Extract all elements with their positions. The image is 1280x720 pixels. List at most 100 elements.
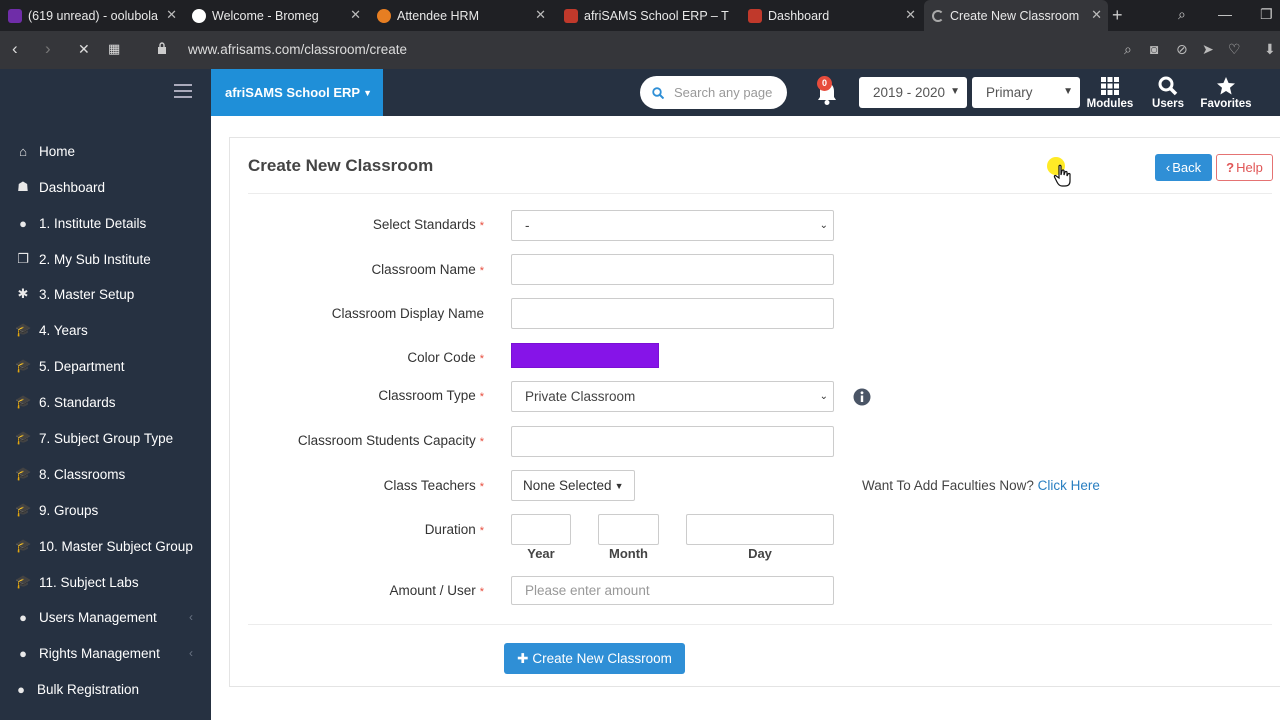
sidebar-item-rights-management[interactable]: ● Rights Management ‹ <box>0 635 211 671</box>
color-picker[interactable] <box>511 343 659 368</box>
star-icon <box>1217 77 1235 95</box>
info-icon[interactable] <box>853 388 871 406</box>
standards-select-value: - <box>525 218 530 233</box>
block-icon[interactable]: ⊘ <box>1176 41 1188 58</box>
sidebar-item-label: Dashboard <box>39 179 106 195</box>
add-faculty-link[interactable]: Click Here <box>1038 478 1100 493</box>
camera-icon[interactable]: ◙ <box>1150 41 1158 57</box>
chevron-down-icon: ⌄ <box>819 220 828 231</box>
users-label: Users <box>1152 98 1184 110</box>
sidebar-item-subject-labs[interactable]: 🎓 11. Subject Labs <box>0 564 211 600</box>
close-icon[interactable]: ✕ <box>905 8 916 22</box>
create-classroom-button[interactable]: ✚ Create New Classroom <box>504 643 685 674</box>
browser-tab[interactable]: afriSAMS School ERP – T <box>556 0 736 31</box>
close-icon[interactable]: ✕ <box>350 8 361 22</box>
sidebar-item-users-management[interactable]: ● Users Management ‹ <box>0 599 211 635</box>
capacity-input[interactable] <box>511 426 834 457</box>
tab-label: Welcome - Bromeg <box>212 8 319 23</box>
sidebar-item-label: 4. Years <box>39 322 88 338</box>
sidebar-item-standards[interactable]: 🎓 6. Standards <box>0 384 211 420</box>
sidebar-item-years[interactable]: 🎓 4. Years <box>0 312 211 348</box>
sidebar-item-label: 6. Standards <box>39 394 116 410</box>
user-plus-icon: ● <box>17 681 25 697</box>
amount-input[interactable]: Please enter amount <box>511 576 834 605</box>
stop-loading-icon[interactable]: ✕ <box>78 41 90 58</box>
search-icon <box>652 86 664 99</box>
zoom-icon[interactable]: ⌕ <box>1124 41 1132 58</box>
chevron-down-icon: ▼ <box>1063 86 1073 97</box>
apps-grid-icon[interactable]: ▦ <box>108 41 120 57</box>
duration-day-input[interactable] <box>686 514 834 545</box>
home-icon: ⌂ <box>19 143 27 159</box>
sidebar-item-sub-institute[interactable]: ❐ 2. My Sub Institute <box>0 241 211 277</box>
sidebar-item-institute-details[interactable]: ● 1. Institute Details <box>0 205 211 241</box>
forward-arrow-icon[interactable]: › <box>45 39 51 59</box>
browser-tab-bar: (619 unread) - oolubola ✕ Welcome - Brom… <box>0 0 1280 31</box>
year-select[interactable]: 2019 - 2020 ▼ <box>859 77 967 108</box>
new-tab-button[interactable]: + <box>1112 5 1123 26</box>
sidebar-item-label: 2. My Sub Institute <box>39 251 151 267</box>
site-icon <box>377 8 391 23</box>
hamburger-menu-icon[interactable] <box>174 84 192 102</box>
create-button-label: Create New Classroom <box>532 651 672 666</box>
plus-icon: ✚ <box>517 650 529 666</box>
heart-icon[interactable]: ♡ <box>1228 41 1241 58</box>
sidebar-item-bulk-registration[interactable]: ● Bulk Registration <box>0 671 211 707</box>
sidebar-item-master-subject-group[interactable]: 🎓 10. Master Subject Group <box>0 528 211 564</box>
sidebar-item-classrooms[interactable]: 🎓 8. Classrooms <box>0 456 211 492</box>
sidebar-item-home[interactable]: ⌂ Home <box>0 133 211 169</box>
download-icon[interactable]: ⬇ <box>1264 41 1276 58</box>
browser-tab[interactable]: Attendee HRM ✕ <box>369 0 552 31</box>
tab-label: Dashboard <box>768 8 830 23</box>
search-input[interactable]: Search any page <box>640 76 787 109</box>
brand-dropdown[interactable]: afriSAMS School ERP ▼ <box>211 69 383 116</box>
close-icon[interactable]: ✕ <box>535 8 546 22</box>
send-icon[interactable]: ➤ <box>1202 41 1214 58</box>
close-icon[interactable]: ✕ <box>1091 8 1102 22</box>
sidebar-item-label: Home <box>39 143 76 159</box>
site-icon <box>748 8 762 23</box>
browser-tab[interactable]: Welcome - Bromeg ✕ <box>184 0 367 31</box>
chevron-down-icon: ▼ <box>948 86 960 97</box>
browser-tab[interactable]: (619 unread) - oolubola ✕ <box>0 0 183 31</box>
class-teachers-multiselect[interactable]: None Selected ▼ <box>511 470 635 501</box>
year-label: Year <box>527 546 555 561</box>
month-label: Month <box>609 546 648 561</box>
back-arrow-icon[interactable]: ‹ <box>12 39 18 59</box>
divider <box>248 193 1272 194</box>
classroom-name-input[interactable] <box>511 254 834 285</box>
sidebar-item-master-setup[interactable]: ✱ 3. Master Setup <box>0 276 211 312</box>
chevron-down-icon: ⌄ <box>819 391 828 402</box>
tab-search-icon[interactable]: ⌕ <box>1178 6 1186 23</box>
url-field[interactable]: www.afrisams.com/classroom/create <box>188 42 407 57</box>
grid-icon <box>1101 77 1119 95</box>
display-name-input[interactable] <box>511 298 834 329</box>
minimize-icon[interactable]: — <box>1218 6 1232 22</box>
browser-tab-active[interactable]: Create New Classroom ✕ <box>924 0 1108 31</box>
sidebar-item-subject-group-type[interactable]: 🎓 7. Subject Group Type <box>0 420 211 456</box>
standards-select[interactable]: - ⌄ <box>511 210 834 241</box>
sidebar-item-label: 3. Master Setup <box>39 286 135 302</box>
browser-tab[interactable]: Dashboard ✕ <box>740 0 922 31</box>
close-icon[interactable]: ✕ <box>166 8 177 22</box>
classroom-type-select[interactable]: Private Classroom ⌄ <box>511 381 834 412</box>
sidebar-item-dashboard[interactable]: ☗ Dashboard <box>0 169 211 205</box>
sidebar-item-groups[interactable]: 🎓 9. Groups <box>0 492 211 528</box>
tab-label: Create New Classroom <box>950 8 1080 23</box>
users-button[interactable]: Users <box>1140 76 1196 110</box>
help-button[interactable]: ? Help <box>1216 154 1273 181</box>
favorites-button[interactable]: Favorites <box>1198 76 1254 110</box>
level-select[interactable]: Primary ▼ <box>972 77 1080 108</box>
duration-year-input[interactable] <box>511 514 571 545</box>
sidebar-item-department[interactable]: 🎓 5. Department <box>0 348 211 384</box>
restore-icon[interactable]: ❐ <box>1260 6 1273 23</box>
duration-month-input[interactable] <box>598 514 659 545</box>
sidebar-item-label: Bulk Registration <box>37 681 140 697</box>
sidebar-item-label: 1. Institute Details <box>39 215 147 231</box>
modules-button[interactable]: Modules <box>1082 76 1138 110</box>
globe-icon: ● <box>19 215 27 231</box>
back-button[interactable]: ‹ Back <box>1155 154 1212 181</box>
caret-down-icon: ▼ <box>614 480 624 491</box>
tab-label: afriSAMS School ERP – T <box>584 8 729 23</box>
capacity-label: Classroom Students Capacity * <box>297 433 484 448</box>
